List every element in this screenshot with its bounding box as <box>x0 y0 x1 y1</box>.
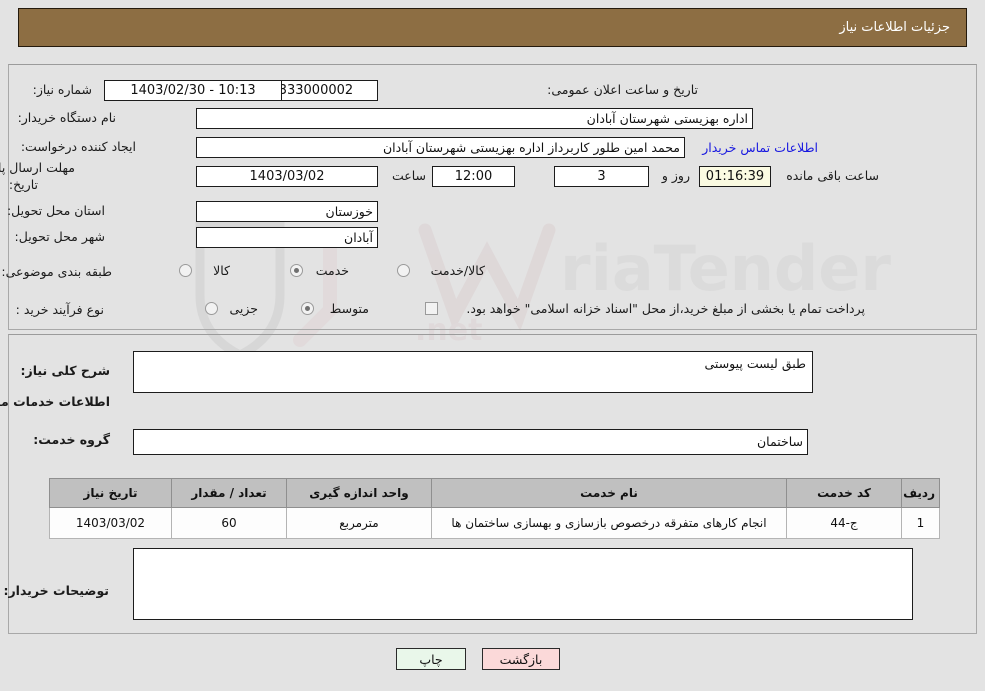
announce-datetime-label: تاریخ و ساعت اعلان عمومی: <box>547 82 698 97</box>
cell-radif: 1 <box>901 507 940 539</box>
table-header-row: ردیف کد خدمت نام خدمت واحد اندازه گیری ت… <box>49 478 940 508</box>
deadline-label-line1: مهلت ارسال پاسخ: تا <box>0 160 75 175</box>
cell-code: ج-44 <box>786 507 902 539</box>
cell-quantity: 60 <box>171 507 287 539</box>
buyer-notes-label: توضیحات خریدار: <box>3 583 109 598</box>
need-number-label: شماره نیاز: <box>32 82 92 97</box>
table-row: 1 ج-44 انجام کارهای متفرقه درخصوص بازساز… <box>49 507 940 539</box>
cell-unit: مترمربع <box>286 507 432 539</box>
category-option-kala-khedmat-label: کالا/خدمت <box>430 263 485 278</box>
buyer-org-value: اداره بهزیستی شهرستان آبادان <box>196 108 753 129</box>
col-header-qty: تعداد / مقدار <box>171 478 287 508</box>
purchase-type-option-jozii-label: جزیی <box>229 301 258 316</box>
category-radio-khedmat[interactable] <box>290 264 303 277</box>
cell-name: انجام کارهای متفرقه درخصوص بازسازی و بهس… <box>431 507 787 539</box>
deadline-label-line2: تاریخ: <box>8 177 38 192</box>
city-label: شهر محل تحویل: <box>14 229 105 244</box>
page-title: جزئیات اطلاعات نیاز <box>839 20 950 35</box>
col-header-name: نام خدمت <box>431 478 787 508</box>
buyer-org-label: نام دستگاه خریدار: <box>17 110 116 125</box>
treasury-bonds-checkbox[interactable] <box>425 302 438 315</box>
treasury-bonds-checkbox-label: پرداخت تمام یا بخشی از مبلغ خرید،از محل … <box>466 301 865 316</box>
services-table: ردیف کد خدمت نام خدمت واحد اندازه گیری ت… <box>49 478 940 539</box>
service-group-value: ساختمان <box>133 429 808 455</box>
service-group-label: گروه خدمت: <box>33 432 110 447</box>
general-desc-label: شرح کلی نیاز: <box>20 363 110 378</box>
province-label: استان محل تحویل: <box>6 203 105 218</box>
window-title-bar: جزئیات اطلاعات نیاز <box>18 8 967 47</box>
deadline-hour-label: ساعت <box>391 168 426 183</box>
deadline-hour-value: 12:00 <box>432 166 515 187</box>
buyer-contact-link[interactable]: اطلاعات تماس خریدار <box>702 140 818 155</box>
category-radio-kala-khedmat[interactable] <box>397 264 410 277</box>
page-root: riaTender .net جزئیات اطلاعات نیاز شماره… <box>0 0 985 691</box>
deadline-days-label: روز و <box>661 168 690 183</box>
deadline-countdown-value: 01:16:39 <box>699 166 771 187</box>
purchase-type-option-motevaset-label: متوسط <box>329 301 369 316</box>
deadline-countdown-label: ساعت باقی مانده <box>786 168 879 183</box>
purchase-type-radio-jozii[interactable] <box>205 302 218 315</box>
back-button[interactable]: بازگشت <box>482 648 560 670</box>
category-radio-kala[interactable] <box>179 264 192 277</box>
category-option-khedmat-label: خدمت <box>315 263 349 278</box>
col-header-date: تاریخ نیاز <box>49 478 172 508</box>
general-desc-textarea[interactable] <box>133 351 813 393</box>
print-button[interactable]: چاپ <box>396 648 466 670</box>
requester-label: ایجاد کننده درخواست: <box>20 139 136 154</box>
purchase-type-radio-motevaset[interactable] <box>301 302 314 315</box>
services-section-heading: اطلاعات خدمات مورد نیاز <box>0 394 110 409</box>
col-header-unit: واحد اندازه گیری <box>286 478 432 508</box>
requester-value: محمد امین طلور کاربرداز اداره بهزیستی شه… <box>196 137 685 158</box>
deadline-date-value: 1403/03/02 <box>196 166 378 187</box>
category-label: طبقه بندی موضوعی: <box>1 264 112 279</box>
city-value: آبادان <box>196 227 378 248</box>
deadline-days-value: 3 <box>554 166 649 187</box>
cell-date: 1403/03/02 <box>49 507 172 539</box>
purchase-type-label: نوع فرآیند خرید : <box>15 302 104 317</box>
category-option-kala-label: کالا <box>213 263 230 278</box>
need-summary-panel <box>8 64 977 330</box>
col-header-radif: ردیف <box>901 478 940 508</box>
buyer-notes-textarea[interactable] <box>133 548 913 620</box>
province-value: خوزستان <box>196 201 378 222</box>
col-header-code: کد خدمت <box>786 478 902 508</box>
announce-datetime-value: 1403/02/30 - 10:13 <box>104 80 282 101</box>
